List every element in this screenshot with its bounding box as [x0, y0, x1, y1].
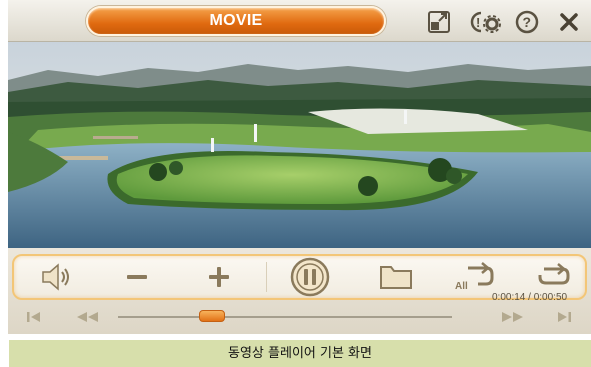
svg-text:!: ! [476, 15, 480, 30]
svg-text:All: All [455, 281, 468, 292]
help-icon[interactable]: ? [514, 10, 540, 34]
resize-icon[interactable] [426, 10, 452, 34]
pause-icon[interactable] [290, 257, 330, 297]
skip-next-icon[interactable] [554, 310, 574, 324]
page-title: MOVIE [86, 6, 386, 36]
seek-row [8, 304, 591, 330]
repeat-all-icon[interactable]: All [454, 260, 496, 292]
fast-forward-icon[interactable] [498, 310, 526, 324]
seek-track[interactable] [118, 316, 452, 318]
volume-down-icon[interactable] [124, 266, 150, 288]
control-divider [266, 262, 267, 292]
close-icon[interactable] [556, 10, 582, 34]
media-player-window: MOVIE ! ? All 0:00:14 / 0:00:50 [8, 0, 591, 334]
repeat-icon[interactable] [536, 262, 572, 290]
volume-up-icon[interactable] [206, 264, 232, 290]
svg-text:?: ? [523, 14, 532, 30]
skip-previous-icon[interactable] [24, 310, 44, 324]
video-frame[interactable] [8, 42, 591, 248]
title-bar: MOVIE ! ? [8, 0, 591, 42]
seek-thumb[interactable] [198, 310, 225, 322]
volume-icon[interactable] [40, 262, 74, 292]
settings-icon[interactable]: ! [469, 10, 503, 34]
folder-icon[interactable] [378, 262, 414, 292]
figure-caption: 동영상 플레이어 기본 화면 [9, 340, 591, 367]
time-display: 0:00:14 / 0:00:50 [492, 292, 568, 303]
rewind-icon[interactable] [74, 310, 102, 324]
